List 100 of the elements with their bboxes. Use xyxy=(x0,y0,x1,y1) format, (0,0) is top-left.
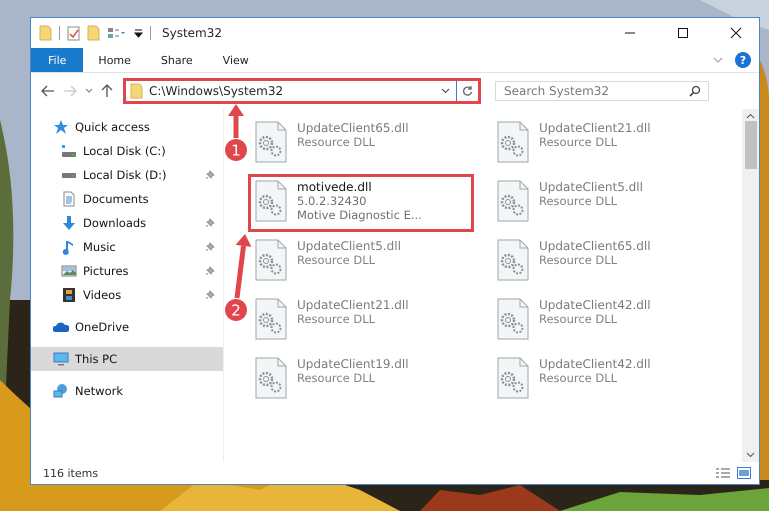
file-item[interactable]: UpdateClient21.dll Resource DLL xyxy=(248,292,474,350)
file-name: UpdateClient21.dll xyxy=(297,298,409,312)
file-item[interactable]: UpdateClient42.dll Resource DLL xyxy=(490,351,716,409)
scrollbar[interactable] xyxy=(742,109,759,462)
file-detail: Resource DLL xyxy=(539,371,618,385)
gear-file-icon xyxy=(255,298,287,340)
gear-file-icon xyxy=(255,180,287,222)
sidebar-item[interactable]: Videos xyxy=(31,283,223,307)
file-detail: Resource DLL xyxy=(539,253,618,267)
refresh-icon xyxy=(462,85,473,97)
file-detail: Motive Diagnostic E... xyxy=(297,208,422,222)
file-item[interactable]: UpdateClient21.dll Resource DLL xyxy=(490,115,716,173)
file-item[interactable]: UpdateClient5.dll Resource DLL xyxy=(490,174,716,232)
search-icon xyxy=(689,85,701,97)
pin-icon[interactable] xyxy=(205,242,215,252)
file-detail: Resource DLL xyxy=(539,312,618,326)
pictures-icon xyxy=(61,263,77,279)
download-icon xyxy=(61,215,77,231)
folder-icon xyxy=(39,25,52,41)
view-options-icon[interactable] xyxy=(107,26,127,40)
gear-file-icon xyxy=(497,357,529,399)
step-badge: 1 xyxy=(225,139,247,161)
document-icon xyxy=(61,191,77,207)
drive-icon xyxy=(61,145,77,157)
ribbon-tab[interactable]: File xyxy=(31,48,84,72)
file-name: motivede.dll xyxy=(297,180,373,194)
film-icon xyxy=(61,287,77,303)
gear-file-icon xyxy=(255,121,287,163)
file-name: UpdateClient21.dll xyxy=(539,121,651,135)
sidebar-item[interactable]: Documents xyxy=(31,187,223,211)
file-name: UpdateClient5.dll xyxy=(539,180,643,194)
scroll-thumb[interactable] xyxy=(744,121,756,169)
file-item[interactable]: motivede.dll 5.0.2.32430 Motive Diagnostic E... xyxy=(248,174,474,232)
pin-icon[interactable] xyxy=(205,218,215,228)
item-count: 116 items xyxy=(43,466,100,480)
drive-icon xyxy=(61,172,77,178)
arrow xyxy=(234,234,252,298)
file-name: UpdateClient65.dll xyxy=(297,121,409,135)
sidebar-item[interactable]: Local Disk (C:) xyxy=(31,139,223,163)
file-item[interactable]: UpdateClient19.dll Resource DLL xyxy=(248,351,474,409)
file-detail: Resource DLL xyxy=(297,312,376,326)
folder-icon xyxy=(87,25,100,41)
computer-icon xyxy=(53,351,69,367)
sidebar-item[interactable]: Downloads xyxy=(31,211,223,235)
details-view-icon[interactable] xyxy=(715,467,731,479)
recent-locations-button[interactable] xyxy=(85,88,93,94)
sidebar-item[interactable]: Local Disk (D:) xyxy=(31,163,223,187)
file-item[interactable]: UpdateClient42.dll Resource DLL xyxy=(490,292,716,350)
up-button[interactable] xyxy=(101,84,113,98)
scroll-up-icon[interactable] xyxy=(746,113,755,119)
ribbon-tab[interactable]: View xyxy=(208,48,264,72)
pin-icon[interactable] xyxy=(205,290,215,300)
file-detail: Resource DLL xyxy=(297,135,376,149)
back-button[interactable] xyxy=(41,85,55,97)
gear-file-icon xyxy=(497,180,529,222)
expand-ribbon-icon[interactable] xyxy=(713,57,723,63)
file-item[interactable]: UpdateClient65.dll Resource DLL xyxy=(490,233,716,291)
ribbon-tab[interactable]: Home xyxy=(83,48,146,72)
close-icon xyxy=(730,27,742,39)
gear-file-icon xyxy=(255,239,287,281)
gear-file-icon xyxy=(497,298,529,340)
scroll-down-icon[interactable] xyxy=(746,452,755,458)
sidebar-item[interactable]: Quick access xyxy=(31,115,223,139)
customize-caret-icon[interactable] xyxy=(134,28,143,38)
sidebar-item[interactable]: Music xyxy=(31,235,223,259)
file-item[interactable]: UpdateClient65.dll Resource DLL xyxy=(248,115,474,173)
network-icon xyxy=(53,383,69,399)
sidebar-item[interactable]: Pictures xyxy=(31,259,223,283)
file-detail: Resource DLL xyxy=(539,135,618,149)
sidebar-item[interactable]: Network xyxy=(31,379,223,403)
dropdown-caret-icon[interactable] xyxy=(441,88,450,94)
gear-file-icon xyxy=(255,357,287,399)
file-name: UpdateClient65.dll xyxy=(539,239,651,253)
star-icon xyxy=(53,119,69,135)
file-detail: 5.0.2.32430 xyxy=(297,194,368,208)
gear-file-icon xyxy=(497,239,529,281)
maximize-icon xyxy=(677,27,689,39)
file-name: UpdateClient5.dll xyxy=(297,239,401,253)
help-icon[interactable]: ? xyxy=(735,52,751,68)
ribbon-tab[interactable]: Share xyxy=(146,48,208,72)
window-title: System32 xyxy=(162,26,224,40)
file-item[interactable]: UpdateClient5.dll Resource DLL xyxy=(248,233,474,291)
arrow xyxy=(228,104,244,138)
address-bar[interactable]: C:\Windows\System32 xyxy=(123,78,481,104)
file-detail: Resource DLL xyxy=(297,371,376,385)
large-icons-view-icon[interactable] xyxy=(737,467,751,479)
file-detail: Resource DLL xyxy=(539,194,618,208)
file-name: UpdateClient42.dll xyxy=(539,298,651,312)
sidebar-item[interactable]: OneDrive xyxy=(31,315,223,339)
file-name: UpdateClient42.dll xyxy=(539,357,651,371)
sidebar-item[interactable]: This PC xyxy=(31,347,223,371)
file-name: UpdateClient19.dll xyxy=(297,357,409,371)
pin-icon[interactable] xyxy=(205,266,215,276)
folder-icon xyxy=(130,83,143,99)
file-detail: Resource DLL xyxy=(297,253,376,267)
pin-icon[interactable] xyxy=(205,170,215,180)
search-field[interactable]: Search System32 xyxy=(495,81,709,101)
step-badge: 2 xyxy=(225,299,247,321)
gear-file-icon xyxy=(497,121,529,163)
properties-icon[interactable] xyxy=(67,26,80,40)
